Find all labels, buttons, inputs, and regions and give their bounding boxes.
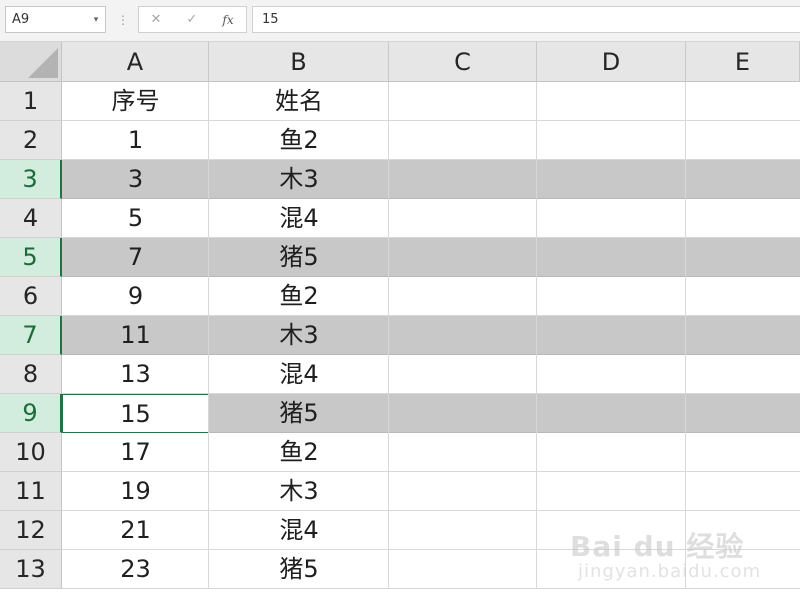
cell-a4[interactable]: 5 [62, 199, 209, 238]
gridline [208, 82, 209, 589]
cell-a1[interactable]: 序号 [62, 82, 209, 121]
row-header-12[interactable]: 12 [0, 511, 62, 550]
row-header-11[interactable]: 11 [0, 472, 62, 511]
cell-b9[interactable]: 猪5 [209, 394, 389, 433]
cell-b2[interactable]: 鱼2 [209, 121, 389, 160]
spreadsheet-window: A9 ▾ ⋮ ✕ ✓ fx 15 A B C D E 1 序号 姓名 2 1 鱼2 3 3 木3 4 5 混4 5… [0, 0, 800, 600]
row-header-5[interactable]: 5 [0, 238, 62, 277]
row-header-13[interactable]: 13 [0, 550, 62, 589]
cell-b6[interactable]: 鱼2 [209, 277, 389, 316]
row-header-4[interactable]: 4 [0, 199, 62, 238]
watermark-sub: jingyan.baidu.com [578, 561, 762, 582]
cell-b3[interactable]: 木3 [209, 160, 389, 199]
row-header-10[interactable]: 10 [0, 433, 62, 472]
select-all-icon [28, 48, 58, 78]
watermark-main: Bai du 经验 [570, 530, 745, 563]
cell-b7[interactable]: 木3 [209, 316, 389, 355]
row-header-1[interactable]: 1 [0, 82, 62, 121]
formula-value: 15 [262, 12, 279, 27]
cell-a-value: 15 [120, 400, 151, 428]
check-icon[interactable]: ✓ [179, 10, 205, 30]
cell-b1[interactable]: 姓名 [209, 82, 389, 121]
cell-b11[interactable]: 木3 [209, 472, 389, 511]
row-header-7[interactable]: 7 [0, 316, 62, 355]
chevron-down-icon[interactable]: ▾ [90, 12, 102, 28]
formula-bar: A9 ▾ ⋮ ✕ ✓ fx 15 [0, 0, 800, 42]
cell-a7[interactable]: 11 [62, 316, 209, 355]
column-header-c[interactable]: C [389, 42, 537, 82]
active-cell-a9[interactable]: 15 [62, 394, 209, 433]
cell-a10[interactable]: 17 [62, 433, 209, 472]
cell-a2[interactable]: 1 [62, 121, 209, 160]
cell-b10[interactable]: 鱼2 [209, 433, 389, 472]
cell-a8[interactable]: 13 [62, 355, 209, 394]
cell-a3[interactable]: 3 [62, 160, 209, 199]
name-box[interactable]: A9 ▾ [5, 6, 106, 33]
cancel-icon[interactable]: ✕ [143, 10, 169, 30]
cell-b5[interactable]: 猪5 [209, 238, 389, 277]
cell-b8[interactable]: 混4 [209, 355, 389, 394]
cell-b12[interactable]: 混4 [209, 511, 389, 550]
row-header-9[interactable]: 9 [0, 394, 62, 433]
more-options-icon[interactable]: ⋮ [117, 11, 129, 29]
formula-input[interactable]: 15 [252, 6, 800, 33]
column-header-e[interactable]: E [686, 42, 800, 82]
gridline [388, 82, 389, 589]
formula-buttons: ✕ ✓ fx [138, 6, 247, 33]
select-all-corner[interactable] [0, 42, 62, 82]
cell-a11[interactable]: 19 [62, 472, 209, 511]
cell-a12[interactable]: 21 [62, 511, 209, 550]
fx-icon[interactable]: fx [215, 10, 241, 30]
column-header-d[interactable]: D [537, 42, 686, 82]
name-box-value: A9 [12, 12, 30, 27]
column-header-b[interactable]: B [209, 42, 389, 82]
cell-a13[interactable]: 23 [62, 550, 209, 589]
row-header-8[interactable]: 8 [0, 355, 62, 394]
column-header-a[interactable]: A [62, 42, 209, 82]
row-header-6[interactable]: 6 [0, 277, 62, 316]
cell-a6[interactable]: 9 [62, 277, 209, 316]
cell-b4[interactable]: 混4 [209, 199, 389, 238]
row-header-3[interactable]: 3 [0, 160, 62, 199]
baidu-watermark: Bai du 经验 jingyan.baidu.com [570, 511, 760, 586]
row-header-2[interactable]: 2 [0, 121, 62, 160]
gridline [536, 82, 537, 589]
cell-b13[interactable]: 猪5 [209, 550, 389, 589]
cell-a5[interactable]: 7 [62, 238, 209, 277]
